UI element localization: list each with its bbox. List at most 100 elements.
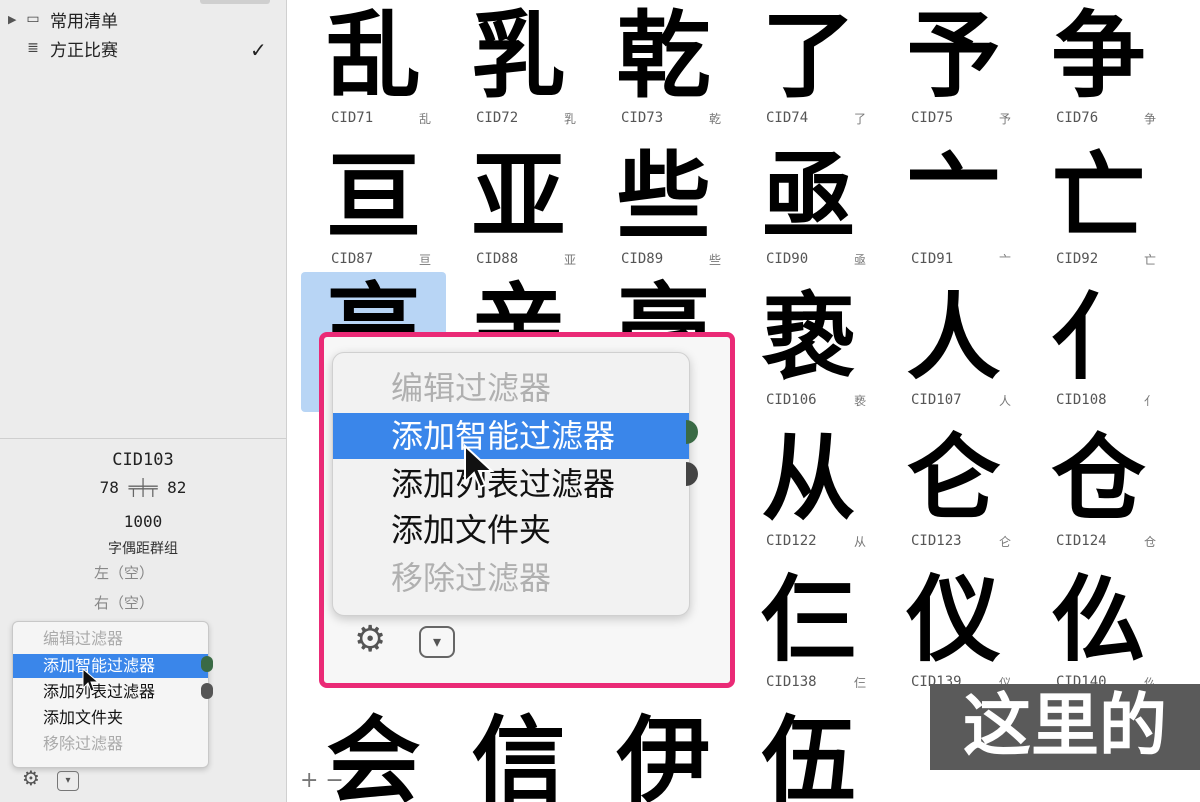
glyph-char: 仓 [1144, 535, 1157, 549]
glyph-cell[interactable]: 仨 CID138 仨 [736, 564, 881, 704]
menu-item-add-folder[interactable]: 添加文件夹 [13, 706, 208, 730]
menu-item-edit-filter: 编辑过滤器 [43, 629, 124, 648]
advance-width[interactable]: 1000 [0, 512, 286, 531]
glyph-cell[interactable]: 伊 [591, 705, 736, 802]
glyph-cell[interactable]: 人 CID107 人 [881, 282, 1026, 422]
glyph-cid: CID72 [476, 110, 519, 126]
add-remove-buttons[interactable]: + − [300, 768, 344, 793]
glyph-cid: CID71 [331, 110, 374, 126]
glyph-cell[interactable]: 了 CID74 了 [736, 0, 881, 140]
glyph-char: 乾 [709, 112, 722, 126]
glyph-metrics: 78 ╤╪╤ 82 [0, 478, 286, 497]
glyph: 亟 [761, 143, 856, 252]
gear-icon[interactable]: ⚙ [22, 766, 40, 790]
glyph: 亠 [906, 143, 1001, 252]
glyph: 亡 [1051, 143, 1146, 252]
glyph-char: 亠 [999, 253, 1012, 267]
glyph-name: CID103 [112, 450, 174, 470]
glyph: 仫 [1051, 566, 1146, 675]
glyph-cid: CID75 [911, 110, 954, 126]
glyph-char: 仑 [999, 535, 1012, 549]
sidebar-item-label: 常用清单 [50, 11, 118, 32]
glyph: 仑 [906, 425, 1001, 534]
kerning-right-value[interactable]: （空） [109, 594, 154, 612]
glyph-cell[interactable]: 亘 CID87 亘 [301, 141, 446, 281]
glyph: 仨 [761, 566, 856, 675]
menu-item-add-smart-filter[interactable]: 添加智能过滤器 [13, 654, 208, 678]
glyph-cid: CID74 [766, 110, 809, 126]
menu-item-add-list-filter[interactable]: 添加列表过滤器 [333, 461, 689, 507]
left-bearing[interactable]: 78 [100, 478, 119, 497]
glyph-char: 亵 [854, 394, 867, 408]
glyph-cell[interactable]: 些 CID89 些 [591, 141, 736, 281]
glyph: 亚 [471, 143, 566, 252]
glyph-cell[interactable]: 乱 CID71 乱 [301, 0, 446, 140]
glyph-cell[interactable]: 争 CID76 争 [1026, 0, 1171, 140]
filter-context-menu-zoomed: 编辑过滤器 添加智能过滤器 添加列表过滤器 添加文件夹 移除过滤器 [332, 352, 690, 616]
gear-icon[interactable]: ⚙ [354, 619, 386, 660]
glyph: 亻 [1051, 284, 1146, 393]
glyph-char: 亡 [1144, 253, 1157, 267]
glyph: 了 [761, 2, 856, 111]
list-icon: ≣ [27, 40, 39, 56]
glyph: 从 [761, 425, 856, 534]
glyph-cid: CID138 [766, 674, 817, 690]
glyph-char: 亚 [564, 253, 577, 267]
glyph-cell[interactable]: 仑 CID123 仑 [881, 423, 1026, 563]
glyph-cell[interactable]: 乳 CID72 乳 [446, 0, 591, 140]
glyph-cell[interactable]: 乾 CID73 乾 [591, 0, 736, 140]
glyph-char: 亘 [419, 253, 432, 267]
menu-item-add-list-filter[interactable]: 添加列表过滤器 [13, 680, 208, 704]
glyph-cid: CID107 [911, 392, 962, 408]
glyph-cell[interactable]: 亡 CID92 亡 [1026, 141, 1171, 281]
disclosure-triangle-icon[interactable]: ▶ [8, 13, 22, 26]
glyph-cid: CID73 [621, 110, 664, 126]
glyph-cell[interactable]: 亟 CID90 亟 [736, 141, 881, 281]
glyph-cid: CID90 [766, 251, 809, 267]
glyph-cell[interactable]: 亵 CID106 亵 [736, 282, 881, 422]
glyph: 些 [616, 143, 711, 252]
glyph-cid: CID76 [1056, 110, 1099, 126]
glyph-cid: CID92 [1056, 251, 1099, 267]
glyph: 乳 [471, 2, 566, 111]
pointer-cursor-icon [82, 668, 100, 692]
menu-item-add-folder[interactable]: 添加文件夹 [333, 507, 689, 553]
metrics-icon: ╤╪╤ [128, 478, 158, 497]
glyph-cid: CID87 [331, 251, 374, 267]
status-dot [201, 656, 213, 672]
glyph-cell[interactable]: 仫 CID140 仫 [1026, 564, 1171, 704]
glyph-cell[interactable]: 信 [446, 705, 591, 802]
glyph-cell[interactable]: 仓 CID124 仓 [1026, 423, 1171, 563]
glyph-cell[interactable]: 伍 [736, 705, 881, 802]
glyph-cell[interactable]: 仪 CID139 仪 [881, 564, 1026, 704]
sidebar-item-common-list[interactable]: ▶ ▭ 常用清单 [8, 7, 118, 32]
checkmark-icon: ✓ [250, 38, 267, 62]
sidebar-divider [0, 438, 286, 439]
glyph-cid: CID108 [1056, 392, 1107, 408]
glyph-cell[interactable]: 予 CID75 予 [881, 0, 1026, 140]
menu-item-add-smart-filter[interactable]: 添加智能过滤器 [333, 413, 689, 459]
glyph: 争 [1051, 2, 1146, 111]
popup-menu-button[interactable]: ▾ [419, 626, 455, 658]
sidebar-scroll-indicator [200, 0, 270, 4]
glyph-cell[interactable]: 从 CID122 从 [736, 423, 881, 563]
kerning-right-label: 右（空） [94, 594, 155, 612]
glyph-char: 了 [854, 112, 867, 126]
filter-context-menu-small: 编辑过滤器 添加智能过滤器 添加列表过滤器 添加文件夹 移除过滤器 [12, 621, 209, 768]
kerning-left-label: 左（空） [94, 564, 155, 582]
kerning-left-value[interactable]: （空） [109, 564, 154, 582]
glyph-char: 人 [999, 394, 1012, 408]
glyph-cid: CID89 [621, 251, 664, 267]
popup-menu-button[interactable]: ▾ [57, 771, 79, 791]
glyph-cell[interactable]: 亚 CID88 亚 [446, 141, 591, 281]
glyph: 仓 [1051, 425, 1146, 534]
glyph: 信 [471, 707, 566, 802]
right-bearing[interactable]: 82 [167, 478, 186, 497]
glyph-char: 亟 [854, 253, 867, 267]
glyph-char: 仨 [854, 676, 867, 690]
glyph-char: 些 [709, 253, 722, 267]
sidebar-item-competition[interactable]: ≣ 方正比赛 [8, 36, 118, 61]
glyph-cell[interactable]: 亻 CID108 亻 [1026, 282, 1171, 422]
glyph-char: 乱 [419, 112, 432, 126]
glyph-cell[interactable]: 亠 CID91 亠 [881, 141, 1026, 281]
